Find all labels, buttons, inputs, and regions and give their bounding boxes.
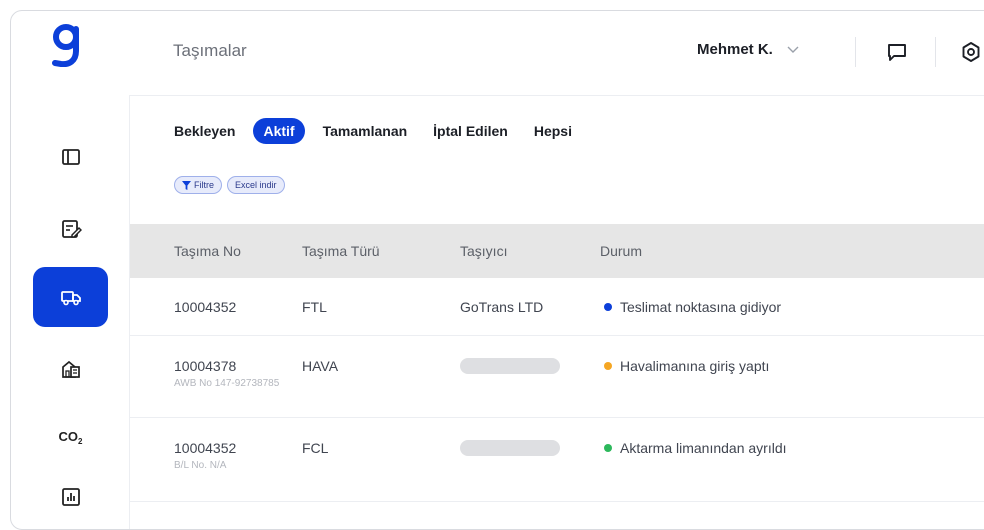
shipment-number: 10004352 [174,299,237,315]
truck-icon [60,291,81,306]
carrier-placeholder [460,358,560,374]
tab-aktif[interactable]: Aktif [253,118,305,144]
top-header: Taşımalar Mehmet K. [131,11,984,95]
header-divider [935,37,936,67]
status-tabs: Bekleyen Aktif Tamamlanan İptal Edilen H… [174,118,590,144]
carrier-name: GoTrans LTD [460,299,544,315]
shipment-type: FTL [302,299,327,315]
status-cell: Aktarma limanından ayrıldı [604,440,787,456]
shipment-type: FCL [302,440,329,456]
excel-download-button[interactable]: Excel indir [227,176,285,194]
bar-chart-icon [61,488,80,506]
header-divider [855,37,856,67]
status-dot [604,362,612,370]
shipment-type: HAVA [302,358,339,374]
status-text: Havalimanına giriş yaptı [620,358,770,374]
action-chips: Filtre Excel indir [174,176,285,194]
shipment-reference: AWB No 147-92738785 [174,378,280,389]
sidebar-item-orders[interactable] [33,199,108,259]
status-dot [604,303,612,311]
sidebar-item-emissions[interactable]: CO2 [33,407,108,467]
co2-icon: CO2 [58,428,83,446]
sidebar-item-warehouse[interactable] [33,339,108,399]
tab-hepsi[interactable]: Hepsi [526,118,580,144]
tab-iptal-edilen[interactable]: İptal Edilen [425,118,516,144]
shipment-number: 10004352 [174,440,237,456]
excel-label: Excel indir [235,180,277,190]
table-row[interactable]: 10004352 FTL GoTrans LTD Teslimat noktas… [130,278,984,336]
page-title: Taşımalar [173,41,247,60]
table-row[interactable]: 10004378 AWB No 147-92738785 HAVA Havali… [130,336,984,418]
filter-icon [182,180,191,190]
sidebar-item-shipments[interactable] [33,267,108,327]
status-text: Teslimat noktasına gidiyor [620,299,782,315]
sidebar-item-reports[interactable] [33,467,108,527]
column-header[interactable]: Taşıma Türü [302,243,380,259]
shipment-number: 10004378 [174,358,237,374]
panel-icon [61,149,80,165]
column-header[interactable]: Durum [600,243,642,259]
status-cell: Havalimanına giriş yaptı [604,358,769,374]
column-header[interactable]: Taşıyıcı [460,243,507,259]
sidebar: CO2 [11,11,131,529]
filter-button[interactable]: Filtre [174,176,222,194]
status-dot [604,444,612,452]
chevron-down-icon [787,46,799,53]
carrier-placeholder [460,440,560,456]
app-window: CO2 Taşımalar Mehmet K. Bekleyen Aktif T… [10,10,984,530]
filter-label: Filtre [194,180,214,190]
user-name: Mehmet K. [697,41,773,58]
table-header: Taşıma No Taşıma Türü Taşıyıcı Durum [130,224,984,278]
status-cell: Teslimat noktasına gidiyor [604,299,781,315]
main-content: Bekleyen Aktif Tamamlanan İptal Edilen H… [129,95,984,529]
user-menu[interactable]: Mehmet K. [697,41,799,58]
column-header[interactable]: Taşıma No [174,243,241,259]
message-icon [888,44,906,61]
tab-bekleyen[interactable]: Bekleyen [174,118,243,144]
sidebar-item-dashboard[interactable] [33,127,108,187]
logo-icon [52,24,79,67]
warehouse-icon [61,360,80,378]
shipment-reference: B/L No. N/A [174,460,227,471]
messages-button[interactable] [883,38,911,66]
tab-tamamlanan[interactable]: Tamamlanan [315,118,416,144]
status-text: Aktarma limanından ayrıldı [620,440,787,456]
settings-button[interactable] [957,38,984,66]
settings-icon [962,42,980,62]
edit-list-icon [61,220,82,238]
table-row[interactable]: 10004352 B/L No. N/A FCL Aktarma limanın… [130,418,984,502]
